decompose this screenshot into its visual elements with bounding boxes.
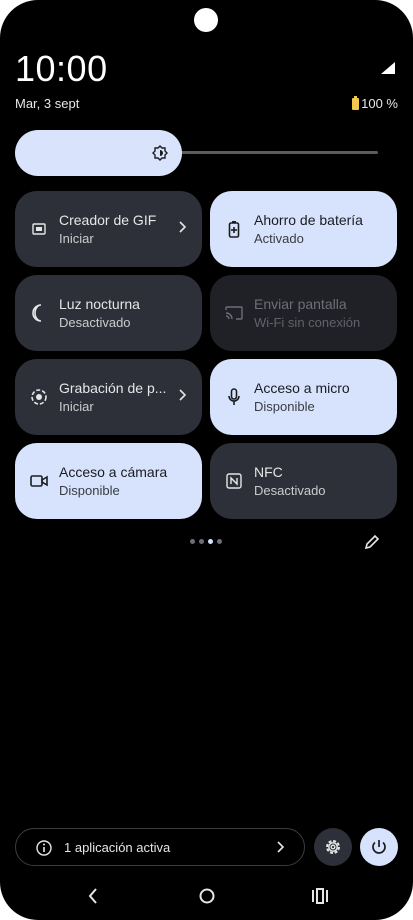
tile-title: Creador de GIF [59, 212, 157, 228]
brightness-track[interactable] [165, 151, 378, 154]
clock: 10:00 [15, 48, 108, 89]
battery-icon [352, 95, 360, 110]
tile-night-light[interactable]: Luz nocturna Desactivado [15, 275, 202, 351]
phone-screen: 10:00 Mar, 3 sept 100 % Creador de GIF I… [0, 0, 413, 920]
tile-subtitle: Activado [254, 231, 304, 246]
screen-record-icon [29, 387, 49, 407]
brightness-slider[interactable] [15, 130, 378, 176]
tile-screen-record[interactable]: Grabación de p... Iniciar [15, 359, 202, 435]
tile-subtitle: Iniciar [59, 231, 94, 246]
gif-icon [29, 219, 49, 239]
cast-icon [224, 303, 244, 323]
page-indicator [190, 539, 222, 544]
signal-icon [381, 62, 395, 74]
tile-subtitle: Iniciar [59, 399, 94, 414]
tile-battery-saver[interactable]: Ahorro de batería Activado [210, 191, 397, 267]
chevron-right-icon [277, 841, 284, 853]
tile-title: Ahorro de batería [254, 212, 363, 228]
active-apps-label: 1 aplicación activa [64, 840, 171, 855]
home-icon[interactable] [198, 886, 216, 906]
tile-title: Acceso a cámara [59, 464, 168, 480]
nfc-icon [224, 471, 244, 491]
tile-title: NFC [254, 464, 283, 480]
info-icon [36, 840, 52, 856]
tile-gif-maker[interactable]: Creador de GIF Iniciar [15, 191, 202, 267]
page-dot[interactable] [217, 539, 222, 544]
tile-title: Luz nocturna [59, 296, 140, 312]
power-button[interactable] [360, 828, 398, 866]
gear-icon [326, 840, 340, 854]
front-camera [194, 8, 218, 32]
microphone-icon [224, 387, 244, 407]
settings-button[interactable] [314, 828, 352, 866]
page-dot[interactable] [199, 539, 204, 544]
moon-icon [29, 303, 49, 323]
tile-subtitle: Disponible [254, 399, 315, 414]
tile-title: Grabación de p... [59, 380, 167, 396]
recent-apps-icon[interactable] [311, 886, 329, 906]
page-dot[interactable] [190, 539, 195, 544]
tile-title: Enviar pantalla [254, 296, 347, 312]
tile-mic-access[interactable]: Acceso a micro Disponible [210, 359, 397, 435]
brightness-icon [152, 145, 168, 161]
power-icon [372, 840, 386, 854]
battery-percent: 100 % [361, 96, 398, 111]
tile-title: Acceso a micro [254, 380, 350, 396]
date: Mar, 3 sept [15, 96, 80, 111]
chevron-right-icon [179, 221, 186, 233]
tile-subtitle: Disponible [59, 483, 120, 498]
back-icon[interactable] [87, 886, 99, 906]
pencil-icon[interactable] [364, 534, 380, 550]
chevron-right-icon [179, 389, 186, 401]
battery-status: 100 % [352, 95, 398, 111]
video-camera-icon [29, 471, 49, 491]
page-dot-active[interactable] [208, 539, 213, 544]
tile-cast-screen[interactable]: Enviar pantalla Wi-Fi sin conexión [210, 275, 397, 351]
tile-subtitle: Wi-Fi sin conexión [254, 315, 361, 330]
active-apps-button[interactable]: 1 aplicación activa [15, 828, 305, 866]
tile-camera-access[interactable]: Acceso a cámara Disponible [15, 443, 202, 519]
tile-subtitle: Desactivado [59, 315, 131, 330]
tile-nfc[interactable]: NFC Desactivado [210, 443, 397, 519]
battery-saver-icon [224, 219, 244, 239]
tile-subtitle: Desactivado [254, 483, 326, 498]
